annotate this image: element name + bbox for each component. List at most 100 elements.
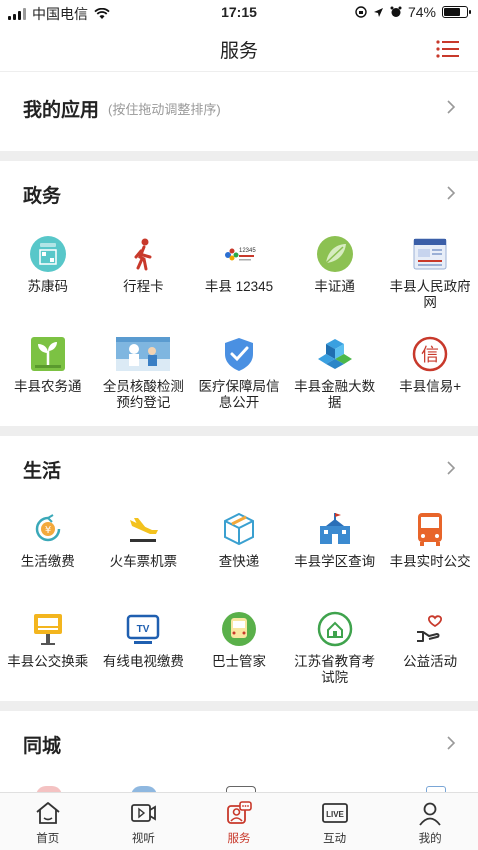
video-play-icon [131,804,157,822]
app-item-cable-tv[interactable]: TV 有线电视缴费 [96,604,192,704]
tab-home[interactable]: 首页 [0,793,96,850]
app-item-bus-butler[interactable]: 巴士管家 [191,604,287,704]
app-label: 丰县学区查询 [294,554,376,569]
walking-person-icon [124,235,162,273]
live-icon: LIVE [321,803,348,823]
battery-percent: 74% [407,4,436,20]
user-icon [419,802,441,826]
tab-label: 我的 [418,833,442,845]
tab-interact[interactable]: LIVE 互动 [287,793,383,850]
section-title: 同城 [23,736,62,757]
airplane-icon [124,510,162,548]
my-apps-row[interactable]: 我的应用 (按住拖动调整排序) [0,73,478,151]
tab-label: 服务 [227,833,251,845]
app-item-life-payment[interactable]: ¥ 生活缴费 [0,504,96,604]
app-label: 丰县农务通 [14,379,82,394]
app-label: 苏康码 [27,279,69,294]
nucleic-test-icon [116,335,171,373]
app-item-school-district[interactable]: 丰县学区查询 [287,504,383,604]
app-label: 丰证通 [314,279,355,294]
page-title: 服务 [219,41,258,62]
location-arrow-icon [373,7,383,17]
bus-butler-icon [220,610,258,648]
app-item-tickets[interactable]: 火车票机票 [96,504,192,604]
svg-text:信: 信 [421,345,439,366]
app-label: 生活缴费 [20,554,75,569]
gov-website-icon [411,235,449,273]
app-label: 有线电视缴费 [102,654,184,669]
svg-text:12345: 12345 [239,248,256,254]
my-apps-title: 我的应用 [23,100,100,121]
list-menu-icon[interactable] [436,40,460,58]
chevron-right-icon[interactable] [446,99,456,115]
sprout-icon [29,335,67,373]
svg-text:¥: ¥ [45,525,51,536]
app-item-edu-exam[interactable]: 江苏省教育考试院 [287,604,383,704]
app-item-xingchengka[interactable]: 行程卡 [96,229,192,329]
chevron-right-icon[interactable] [446,735,456,751]
yuan-payment-icon: ¥ [29,510,67,548]
tab-service[interactable]: 服务 [191,793,287,850]
app-label: 丰县 12345 [204,279,274,294]
bottom-tab-bar: 首页 视听 服务 LIVE 互动 我的 [0,792,478,850]
app-item-bus-transfer[interactable]: 丰县公交换乘 [0,604,96,704]
app-item-nongwutong[interactable]: 丰县农务通 [0,329,96,429]
section-divider [0,701,478,711]
chevron-right-icon[interactable] [446,185,456,201]
package-box-icon [220,510,258,548]
shield-check-icon [220,335,258,373]
tv-icon: TV [124,610,162,648]
section-tongcheng: 同城 [0,711,478,792]
education-exam-icon [316,610,354,648]
app-item-gov-website[interactable]: 丰县人民政府网 [382,229,478,329]
app-item-sukangma[interactable]: 苏康码 [0,229,96,329]
chevron-right-icon[interactable] [446,460,456,476]
status-right: 74% [355,4,471,20]
app-item-charity[interactable]: 公益活动 [382,604,478,704]
tab-mine[interactable]: 我的 [382,793,478,850]
app-label: 火车票机票 [109,554,178,569]
app-item-realtime-bus[interactable]: 丰县实时公交 [382,504,478,604]
section-divider [0,151,478,161]
app-label: 公益活动 [403,654,458,669]
section-title: 政务 [23,186,62,207]
app-grid: 苏康码 行程卡 12345 丰县 12345 丰证通 丰县人民政府网 丰县农务通… [0,229,478,429]
section-gov: 政务 苏康码 行程卡 12345 丰县 12345 丰证通 丰县人民政府网 丰县… [0,161,478,426]
bus-icon [411,510,449,548]
app-label: 行程卡 [123,279,164,294]
credit-seal-icon: 信 [411,335,449,373]
home-icon [36,802,60,824]
section-divider [0,426,478,436]
section-life: 生活 ¥ 生活缴费 火车票机票 查快递 丰县学区查询 丰县实时公交 丰县公交换乘… [0,436,478,701]
app-label: 丰县人民政府网 [389,279,471,310]
app-label: 巴士管家 [211,654,266,669]
service-chat-icon [227,801,252,824]
nav-bar: 服务 [0,26,478,72]
app-item-xinyi[interactable]: 信 丰县信易+ [382,329,478,429]
hotline-12345-icon: 12345 [220,235,258,273]
battery-icon [442,6,471,18]
health-code-icon [29,235,67,273]
app-item-medical-insurance[interactable]: 医疗保障局信息公开 [191,329,287,429]
app-label: 丰县金融大数据 [294,379,376,410]
app-item-nucleic-test[interactable]: 全员核酸检测预约登记 [96,329,192,429]
app-label: 医疗保障局信息公开 [198,379,280,410]
bus-stop-sign-icon [29,610,67,648]
svg-text:TV: TV [137,624,150,635]
app-label: 丰县公交换乘 [7,654,89,669]
app-item-12345[interactable]: 12345 丰县 12345 [191,229,287,329]
app-item-express[interactable]: 查快递 [191,504,287,604]
heart-hand-icon [411,610,449,648]
leaf-certificate-icon [316,235,354,273]
tab-label: 视听 [131,833,155,845]
lock-rotation-icon [355,6,367,18]
tab-video[interactable]: 视听 [96,793,192,850]
app-item-finance-data[interactable]: 丰县金融大数据 [287,329,383,429]
app-item-fengzhengtong[interactable]: 丰证通 [287,229,383,329]
status-bar: 中国电信 17:15 74% [0,0,478,26]
app-grid: ¥ 生活缴费 火车票机票 查快递 丰县学区查询 丰县实时公交 丰县公交换乘 TV… [0,504,478,704]
svg-text:LIVE: LIVE [326,810,344,819]
data-cubes-icon [316,335,354,373]
app-label: 丰县实时公交 [389,554,471,569]
app-label: 丰县信易+ [399,379,462,394]
